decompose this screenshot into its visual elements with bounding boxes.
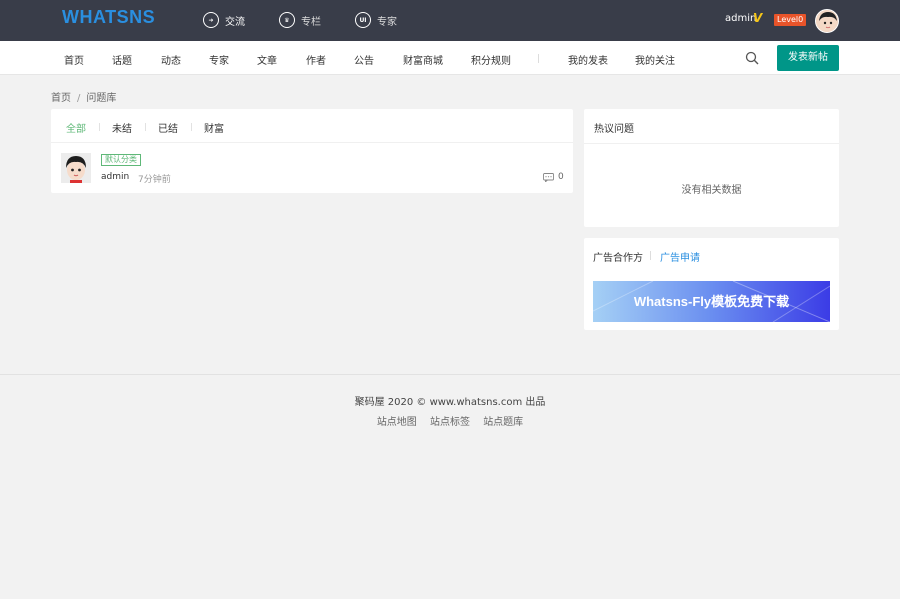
- ads-divider: [650, 251, 651, 260]
- nav-item-articles[interactable]: 文章: [257, 52, 277, 67]
- ads-title: 广告合作方: [593, 253, 643, 264]
- nav-item-authors[interactable]: 作者: [306, 52, 326, 67]
- top-bar: WHATSNS ➜ 交流 ♛ 专栏 UI 专家 admin V Level0: [0, 0, 900, 41]
- footer-divider: [0, 374, 900, 375]
- main-nav: 首页 话题 动态 专家 文章 作者 公告 财富商城 积分规则 我的发表 我的关注…: [0, 41, 900, 75]
- question-author[interactable]: admin: [101, 172, 129, 182]
- tab-divider: [145, 123, 146, 131]
- footer-link-tags[interactable]: 站点标签: [430, 417, 470, 428]
- breadcrumb-separator: /: [77, 93, 81, 104]
- top-nav-expert[interactable]: UI 专家: [355, 11, 397, 29]
- tab-unsolved[interactable]: 未结: [112, 120, 132, 135]
- breadcrumb: 首页 / 问题库: [51, 89, 116, 104]
- new-post-button[interactable]: 发表新帖: [777, 45, 839, 71]
- tab-wealth[interactable]: 财富: [204, 120, 224, 135]
- nav-item-topics[interactable]: 话题: [112, 52, 132, 67]
- footer-link-question-bank[interactable]: 站点题库: [483, 417, 523, 428]
- crown-icon: ♛: [279, 12, 295, 28]
- panel-divider: [584, 143, 839, 144]
- hot-questions-panel: 热议问题 没有相关数据: [584, 109, 839, 227]
- nav-item-points-rules[interactable]: 积分规则: [471, 52, 511, 67]
- nav-item-experts[interactable]: 专家: [209, 52, 229, 67]
- user-avatar[interactable]: [815, 9, 839, 33]
- ads-panel: 广告合作方 广告申请 Whatsns-Fly模板免费下载: [584, 238, 839, 330]
- tab-all[interactable]: 全部: [66, 120, 86, 135]
- top-nav-exchange[interactable]: ➜ 交流: [203, 11, 245, 29]
- user-name[interactable]: admin: [725, 13, 756, 24]
- hot-questions-title: 热议问题: [594, 124, 634, 135]
- top-nav-label: 交流: [225, 16, 245, 28]
- nav-divider: [538, 54, 539, 63]
- tab-solved[interactable]: 已结: [158, 120, 178, 135]
- category-tag[interactable]: 默认分类: [101, 154, 141, 166]
- nav-item-activity[interactable]: 动态: [161, 52, 181, 67]
- tab-divider: [191, 123, 192, 131]
- top-nav-label: 专家: [377, 16, 397, 28]
- vip-icon: V: [753, 11, 763, 25]
- nav-item-notices[interactable]: 公告: [354, 52, 374, 67]
- footer-link-sitemap[interactable]: 站点地图: [377, 417, 417, 428]
- ui-badge-icon: UI: [355, 12, 371, 28]
- site-logo[interactable]: WHATSNS: [62, 7, 155, 28]
- comment-count: 0: [558, 172, 564, 182]
- footer-copyright: 聚码屋 2020 © www.whatsns.com 出品: [354, 397, 546, 408]
- nav-item-my-follows[interactable]: 我的关注: [635, 52, 675, 67]
- tab-divider: [99, 123, 100, 131]
- top-nav-column[interactable]: ♛ 专栏: [279, 11, 321, 29]
- filter-tabs: 全部 未结 已结 财富: [51, 109, 573, 143]
- question-list-panel: 全部 未结 已结 财富 默认分类 admin 7分钟前 0: [51, 109, 573, 193]
- nav-item-store[interactable]: 财富商城: [403, 52, 443, 67]
- breadcrumb-home[interactable]: 首页: [51, 93, 71, 104]
- empty-state-text: 没有相关数据: [681, 185, 742, 196]
- top-nav-label: 专栏: [301, 16, 321, 28]
- ad-banner[interactable]: Whatsns-Fly模板免费下载: [593, 281, 830, 322]
- comment-icon: [543, 173, 554, 182]
- nav-item-home[interactable]: 首页: [64, 52, 84, 67]
- question-time: 7分钟前: [138, 175, 171, 185]
- search-icon[interactable]: [745, 51, 759, 65]
- compass-icon: ➜: [203, 12, 219, 28]
- nav-item-my-posts[interactable]: 我的发表: [568, 52, 608, 67]
- breadcrumb-current: 问题库: [86, 93, 117, 104]
- footer-links: 站点地图 站点标签 站点题库: [0, 413, 900, 428]
- ad-banner-text: Whatsns-Fly模板免费下载: [633, 294, 790, 309]
- ad-apply-link[interactable]: 广告申请: [660, 249, 700, 264]
- author-avatar[interactable]: [61, 153, 91, 183]
- level-badge: Level0: [774, 14, 807, 26]
